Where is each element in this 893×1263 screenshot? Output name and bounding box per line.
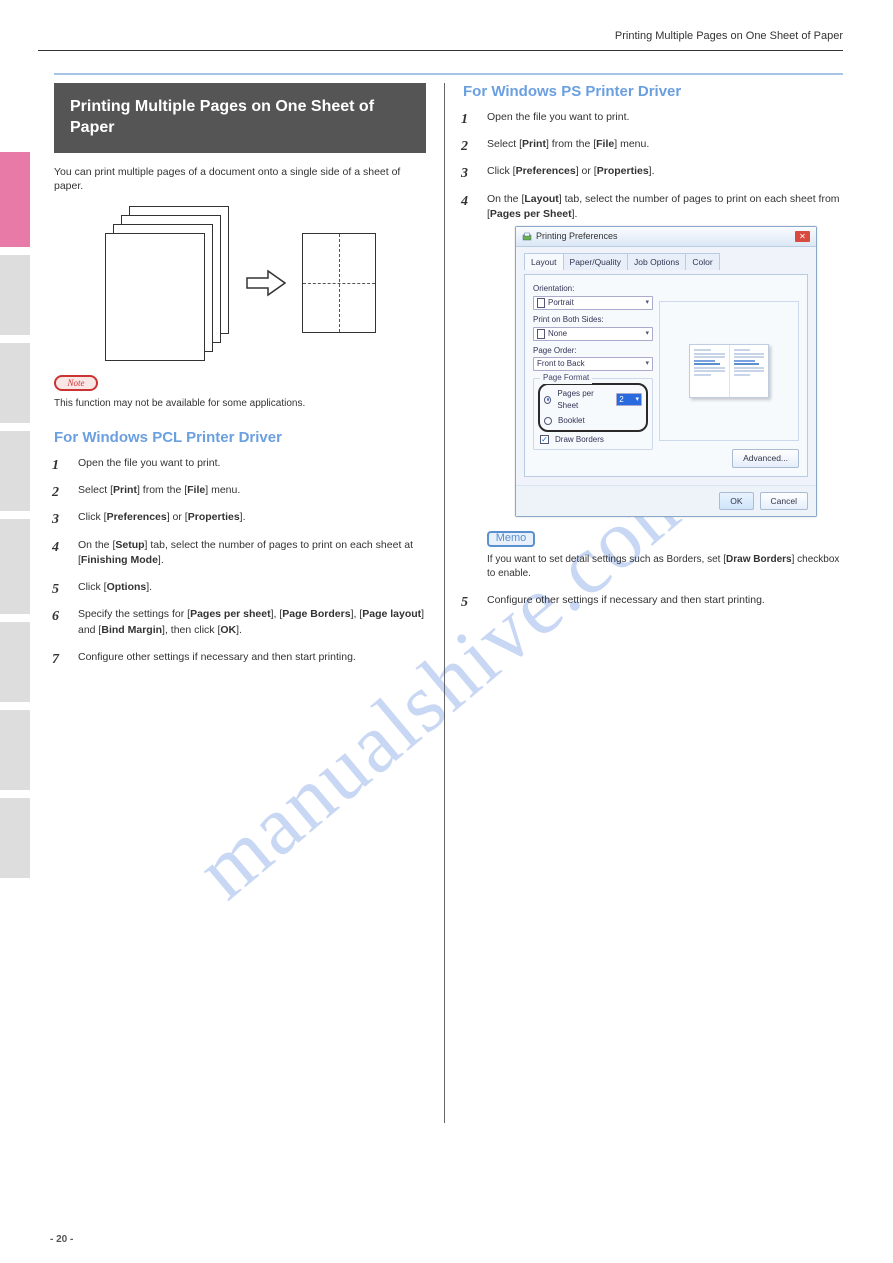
- step: Click [Preferences] or [Properties].: [481, 164, 843, 179]
- pages-per-sheet-select[interactable]: 2 ▾: [616, 393, 642, 406]
- callout-ring: Pages per Sheet 2 ▾: [538, 383, 648, 432]
- advanced-button[interactable]: Advanced...: [732, 449, 799, 467]
- dialog-tabs: Layout Paper/Quality Job Options Color: [524, 253, 808, 270]
- memo-badge: Memo: [487, 531, 535, 547]
- chevron-down-icon: ▾: [645, 359, 649, 369]
- printing-preferences-dialog: Printing Preferences ✕ Layout Paper/Qual…: [515, 226, 817, 517]
- pcl-steps: Open the file you want to print. Select …: [72, 456, 426, 665]
- note-badge: Note: [54, 375, 98, 391]
- tab-layout[interactable]: Layout: [524, 253, 564, 270]
- booklet-label: Booklet: [558, 415, 585, 427]
- dialog-titlebar: Printing Preferences ✕: [516, 227, 816, 247]
- step: Click [Preferences] or [Properties].: [72, 510, 426, 525]
- step: Click [Options].: [72, 580, 426, 595]
- both-sides-select[interactable]: None ▾: [533, 327, 653, 341]
- sheet-stack-icon: [105, 206, 230, 361]
- intro-text: You can print multiple pages of a docume…: [54, 165, 426, 194]
- dialog-title: Printing Preferences: [536, 230, 618, 243]
- chevron-down-icon: ▾: [635, 395, 639, 405]
- step: Select [Print] from the [File] menu.: [72, 483, 426, 498]
- layout-preview: [659, 301, 799, 441]
- step: Configure other settings if necessary an…: [481, 593, 843, 608]
- column-divider: [444, 83, 445, 1123]
- step: Specify the settings for [Pages per shee…: [72, 607, 426, 637]
- orientation-label: Orientation:: [533, 283, 653, 295]
- divider: [38, 50, 843, 51]
- page-header: Printing Multiple Pages on One Sheet of …: [20, 30, 843, 50]
- memo-text: If you want to set detail settings such …: [487, 553, 843, 581]
- page-order-select[interactable]: Front to Back ▾: [533, 357, 653, 371]
- page-number: - 20 -: [50, 1234, 73, 1245]
- page-order-label: Page Order:: [533, 345, 653, 357]
- step: Open the file you want to print.: [72, 456, 426, 471]
- diagram: [54, 206, 426, 361]
- both-sides-label: Print on Both Sides:: [533, 314, 653, 326]
- section-title: Printing Multiple Pages on One Sheet of …: [70, 97, 410, 139]
- subhead-ps: For Windows PS Printer Driver: [463, 83, 843, 100]
- section-rule: [54, 73, 843, 75]
- step: Open the file you want to print.: [481, 110, 843, 125]
- subhead-pcl: For Windows PCL Printer Driver: [54, 429, 426, 446]
- left-column: Printing Multiple Pages on One Sheet of …: [54, 83, 426, 1123]
- section-heading: Printing Multiple Pages on One Sheet of …: [54, 83, 426, 153]
- tab-color[interactable]: Color: [685, 253, 719, 270]
- draw-borders-label: Draw Borders: [555, 434, 604, 446]
- step: On the [Setup] tab, select the number of…: [72, 538, 426, 568]
- ps-steps: Open the file you want to print. Select …: [481, 110, 843, 608]
- step: Select [Print] from the [File] menu.: [481, 137, 843, 152]
- draw-borders-checkbox[interactable]: ✓: [540, 435, 549, 444]
- right-column: For Windows PS Printer Driver Open the f…: [463, 83, 843, 1123]
- step: On the [Layout] tab, select the number o…: [481, 192, 843, 581]
- chevron-down-icon: ▾: [645, 329, 649, 339]
- close-button[interactable]: ✕: [795, 231, 810, 242]
- radio-booklet[interactable]: [544, 417, 552, 425]
- radio-pages-per-sheet[interactable]: [544, 396, 551, 404]
- ok-button[interactable]: OK: [719, 492, 753, 510]
- four-up-sheet-icon: [302, 233, 376, 333]
- pages-per-sheet-label: Pages per Sheet: [557, 388, 610, 411]
- page-format-label: Page Format: [540, 372, 592, 384]
- arrow-right-icon: [246, 269, 286, 297]
- cancel-button[interactable]: Cancel: [760, 492, 808, 510]
- printer-icon: [522, 232, 532, 242]
- orientation-select[interactable]: Portrait ▾: [533, 296, 653, 310]
- note-text: This function may not be available for s…: [54, 397, 426, 411]
- page-footer: - 20 -: [50, 1234, 843, 1245]
- chevron-down-icon: ▾: [645, 298, 649, 308]
- tab-job-options[interactable]: Job Options: [627, 253, 686, 270]
- tab-paper-quality[interactable]: Paper/Quality: [563, 253, 629, 270]
- step: Configure other settings if necessary an…: [72, 650, 426, 665]
